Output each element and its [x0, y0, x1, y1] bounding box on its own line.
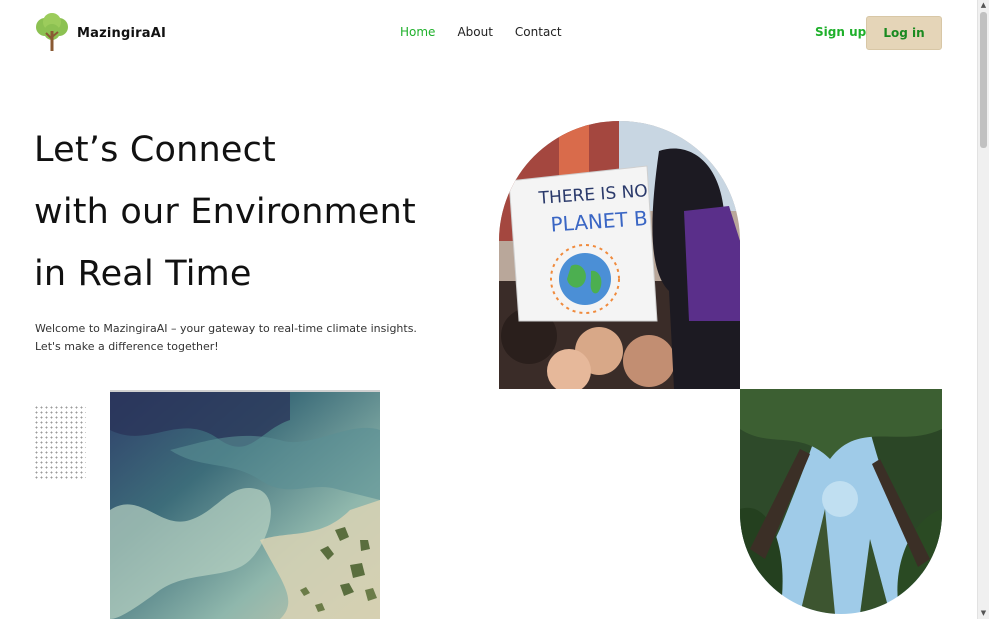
nav-home-link[interactable]: Home	[400, 25, 435, 39]
page-scrollbar[interactable]: ▲ ▼	[977, 0, 989, 619]
hero-title-line-2: with our Environment	[34, 192, 416, 232]
hero-subtitle-line-2: Let's make a difference together!	[35, 340, 219, 353]
dot-pattern-decoration	[34, 405, 86, 479]
climate-protest-image: THERE IS NO PLANET B	[499, 121, 740, 389]
forest-canopy-image	[740, 389, 942, 614]
satellite-coastline-image	[110, 390, 380, 619]
nav-contact-link[interactable]: Contact	[515, 25, 562, 39]
signup-link[interactable]: Sign up	[815, 25, 866, 39]
scrollbar-thumb[interactable]	[980, 12, 987, 148]
main-nav: Home About Contact	[400, 25, 562, 39]
hero-title-line-3: in Real Time	[34, 254, 252, 294]
login-button[interactable]: Log in	[866, 16, 942, 50]
hero-subtitle-line-1: Welcome to MazingiraAI – your gateway to…	[35, 322, 417, 335]
nav-about-link[interactable]: About	[457, 25, 492, 39]
scroll-up-arrow-icon[interactable]: ▲	[978, 0, 989, 11]
brand-name: MazingiraAI	[77, 25, 167, 41]
scroll-down-arrow-icon[interactable]: ▼	[978, 608, 989, 619]
tree-icon	[36, 13, 68, 51]
hero-title-line-1: Let’s Connect	[34, 130, 276, 170]
brand-logo[interactable]: MazingiraAI	[35, 13, 166, 53]
